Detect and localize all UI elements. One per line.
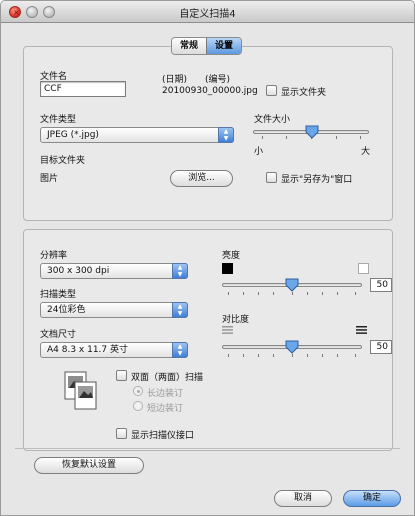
file-name-field[interactable]: CCF	[40, 81, 126, 97]
contrast-tick	[273, 354, 274, 357]
brightness-tick	[337, 292, 338, 295]
light-swatch-icon	[358, 263, 369, 274]
long-edge-binding-radio[interactable]	[133, 386, 143, 396]
duplex-scan-label: 双面（两面）扫描	[131, 373, 204, 383]
low-contrast-icon	[222, 325, 233, 338]
tab-bar: 常规 设置	[171, 37, 243, 55]
document-size-value: A4 8.3 x 11.7 英寸	[47, 345, 129, 355]
updown-arrows-icon: ▲ ▼	[218, 127, 234, 143]
file-size-small-label: 小	[254, 147, 264, 157]
short-edge-binding-label: 短边装订	[147, 404, 184, 414]
updown-arrows-icon: ▲ ▼	[172, 263, 188, 279]
tab-general[interactable]: 常规	[172, 38, 207, 54]
document-size-select[interactable]: A4 8.3 x 11.7 英寸 ▲ ▼	[40, 342, 188, 358]
contrast-tick	[243, 354, 244, 357]
brightness-tick	[228, 292, 229, 295]
footer-divider	[15, 448, 400, 449]
number-label: (编号)	[205, 75, 231, 85]
contrast-tick	[322, 354, 323, 357]
brightness-tick	[273, 292, 274, 295]
show-save-as-checkbox[interactable]	[266, 172, 277, 183]
short-edge-binding-radio[interactable]	[133, 401, 143, 411]
scan-type-label: 扫描类型	[40, 290, 77, 300]
show-folder-label: 显示文件夹	[281, 88, 327, 98]
scan-settings-panel: 分辨率 300 x 300 dpi ▲ ▼ 扫描类型 24位彩色 ▲ ▼ 文档尺寸 …	[23, 229, 393, 451]
contrast-tick	[292, 354, 293, 357]
contrast-tick	[228, 354, 229, 357]
file-size-tick	[286, 136, 287, 139]
show-scanner-interface-label: 显示扫描仪接口	[131, 431, 195, 441]
contrast-slider-thumb[interactable]	[285, 340, 299, 354]
duplex-scan-checkbox[interactable]	[116, 370, 127, 381]
high-contrast-icon	[356, 325, 367, 338]
brightness-tick	[307, 292, 308, 295]
brightness-label: 亮度	[222, 251, 241, 261]
file-type-select[interactable]: JPEG (*.jpg) ▲ ▼	[40, 127, 234, 143]
ok-button[interactable]: 确定	[343, 490, 401, 507]
file-type-value: JPEG (*.jpg)	[47, 130, 99, 140]
file-size-tick	[360, 136, 361, 139]
brightness-value-field[interactable]: 50	[370, 278, 392, 292]
long-edge-binding-label: 长边装订	[147, 389, 184, 399]
updown-arrows-icon: ▲ ▼	[172, 342, 188, 358]
document-size-label: 文档尺寸	[40, 330, 77, 340]
contrast-value-field[interactable]: 50	[370, 340, 392, 354]
updown-arrows-icon: ▲ ▼	[172, 302, 188, 318]
file-size-slider-thumb[interactable]	[305, 125, 319, 139]
browse-button[interactable]: 浏览...	[170, 170, 233, 187]
contrast-label: 对比度	[222, 315, 250, 325]
destination-folder-value: 图片	[40, 174, 59, 184]
file-settings-panel: 文件名 CCF (日期) (编号) 20100930_00000.jpg 显示文…	[23, 46, 393, 221]
brightness-slider-thumb[interactable]	[285, 278, 299, 292]
contrast-tick	[355, 354, 356, 357]
file-size-large-label: 大	[361, 147, 371, 157]
resolution-label: 分辨率	[40, 251, 68, 261]
tab-settings[interactable]: 设置	[206, 38, 242, 54]
brightness-tick	[258, 292, 259, 295]
window-title: 自定义扫描4	[179, 9, 236, 20]
show-folder-checkbox[interactable]	[266, 85, 277, 96]
restore-defaults-button[interactable]: 恢复默认设置	[34, 457, 144, 474]
contrast-tick	[337, 354, 338, 357]
show-save-as-label: 显示"另存为"窗口	[281, 175, 353, 185]
destination-folder-label: 目标文件夹	[40, 156, 86, 166]
dark-swatch-icon	[222, 263, 233, 274]
brightness-tick	[322, 292, 323, 295]
scan-type-select[interactable]: 24位彩色 ▲ ▼	[40, 302, 188, 318]
date-label: (日期)	[162, 75, 188, 85]
title-bar: × 自定义扫描4	[1, 1, 414, 23]
brightness-tick	[355, 292, 356, 295]
contrast-tick	[258, 354, 259, 357]
file-size-tick	[262, 136, 263, 139]
contrast-tick	[307, 354, 308, 357]
file-size-tick	[336, 136, 337, 139]
file-size-label: 文件大小	[254, 115, 291, 125]
brightness-tick	[292, 292, 293, 295]
resolution-value: 300 x 300 dpi	[47, 266, 110, 276]
resolution-select[interactable]: 300 x 300 dpi ▲ ▼	[40, 263, 188, 279]
duplex-scan-icon	[64, 371, 98, 414]
cancel-button[interactable]: 取消	[274, 490, 332, 507]
example-file-name: 20100930_00000.jpg	[162, 86, 258, 96]
custom-scan-dialog: × 自定义扫描4 常规 设置 文件名 CCF (日期) (编号) 2010093…	[0, 0, 415, 516]
file-type-label: 文件类型	[40, 115, 77, 125]
show-scanner-interface-checkbox[interactable]	[116, 428, 127, 439]
brightness-tick	[243, 292, 244, 295]
scan-type-value: 24位彩色	[47, 305, 86, 315]
